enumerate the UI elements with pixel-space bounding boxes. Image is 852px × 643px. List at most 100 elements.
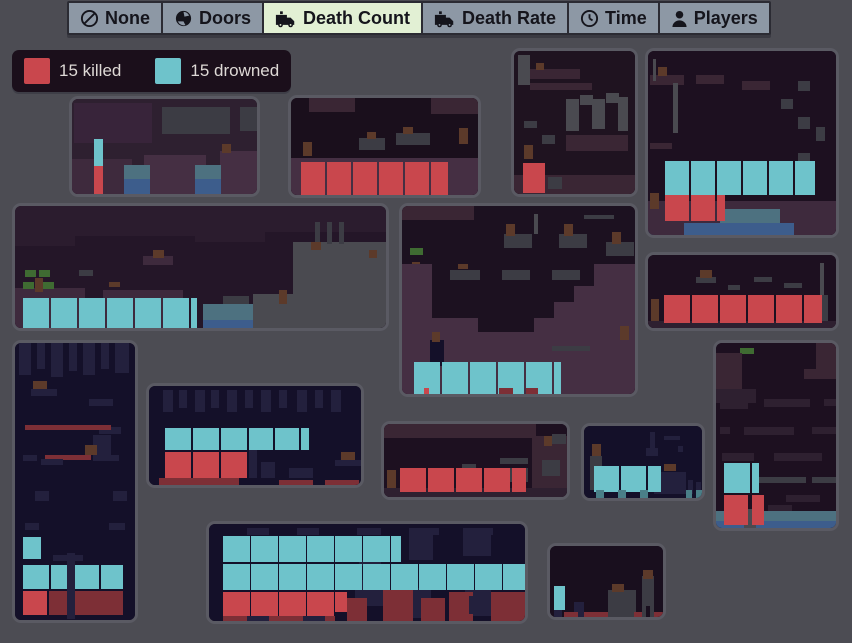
death-bar-killed bbox=[307, 592, 334, 618]
death-bar-drowned bbox=[691, 161, 715, 195]
death-bar-drowned bbox=[391, 536, 401, 562]
death-bar-drowned bbox=[307, 536, 334, 562]
legend-label-drowned: 15 drowned bbox=[190, 61, 280, 80]
map-panel-silhouette-street[interactable] bbox=[547, 543, 666, 620]
map-panel-metro-complex[interactable] bbox=[206, 521, 528, 624]
death-bar-killed bbox=[23, 591, 47, 615]
death-bar-drowned bbox=[743, 161, 767, 195]
map-panel-city-skyline[interactable] bbox=[12, 203, 389, 331]
map-panel-ruins-ledge[interactable] bbox=[381, 421, 570, 500]
ambulance-icon bbox=[275, 9, 297, 28]
death-bar-killed bbox=[301, 162, 325, 195]
map-panel-tower-shaft[interactable] bbox=[12, 340, 138, 623]
map-panel-flooded-hall[interactable] bbox=[645, 48, 839, 238]
map-thumbnail bbox=[648, 255, 836, 328]
map-panel-night-street[interactable] bbox=[581, 423, 705, 501]
map-thumbnail bbox=[149, 386, 361, 485]
death-bar-killed bbox=[748, 295, 774, 323]
death-bar-drowned bbox=[94, 139, 103, 166]
map-panel-cave-ledges[interactable] bbox=[288, 95, 481, 198]
map-panel-factory-floor[interactable] bbox=[146, 383, 364, 488]
death-bar-killed bbox=[221, 452, 247, 478]
death-bar-killed bbox=[379, 162, 403, 195]
death-bar-killed bbox=[526, 388, 538, 394]
death-bar-drowned bbox=[618, 490, 626, 498]
death-bar-drowned bbox=[503, 564, 525, 590]
death-bar-drowned bbox=[648, 466, 661, 492]
death-bar-drowned bbox=[51, 298, 77, 328]
death-bar-killed bbox=[400, 468, 426, 492]
death-bar-killed bbox=[424, 388, 429, 394]
death-bar-drowned bbox=[665, 161, 689, 195]
death-bar-drowned bbox=[686, 490, 692, 498]
map-thumbnail bbox=[384, 424, 567, 497]
death-bar-drowned bbox=[23, 298, 49, 328]
death-bar-drowned bbox=[301, 428, 309, 450]
tab-death-rate[interactable]: Death Rate bbox=[423, 3, 570, 33]
death-bar-killed bbox=[383, 590, 413, 621]
death-bar-killed bbox=[405, 162, 429, 195]
death-bar-drowned bbox=[251, 564, 278, 590]
death-bar-drowned bbox=[391, 564, 418, 590]
death-bar-killed bbox=[193, 452, 219, 478]
map-thumbnail bbox=[716, 343, 836, 528]
legend-swatch-killed bbox=[24, 58, 50, 84]
death-bar-drowned bbox=[23, 537, 41, 559]
death-bar-drowned bbox=[335, 564, 362, 590]
death-bar-drowned bbox=[279, 564, 306, 590]
mode-tab-bar: None Doors Death Count Death Rate Time P… bbox=[67, 1, 771, 35]
death-bar-drowned bbox=[165, 428, 191, 450]
death-bar-drowned bbox=[554, 362, 561, 394]
person-icon bbox=[671, 9, 688, 28]
no-entry-icon bbox=[80, 9, 99, 28]
map-panel-cavern-steps[interactable] bbox=[399, 203, 638, 397]
death-bar-drowned bbox=[475, 564, 502, 590]
death-bar-drowned bbox=[163, 298, 189, 328]
death-bar-killed bbox=[665, 195, 689, 221]
death-bar-killed bbox=[165, 452, 191, 478]
death-bar-drowned bbox=[470, 362, 496, 394]
death-bar-drowned bbox=[640, 490, 648, 498]
death-bar-killed bbox=[692, 295, 718, 323]
death-bar-killed bbox=[523, 163, 545, 193]
death-bar-drowned bbox=[795, 161, 815, 195]
death-bar-drowned bbox=[363, 536, 390, 562]
death-bar-drowned bbox=[717, 161, 741, 195]
death-bar-killed bbox=[223, 592, 250, 618]
death-bar-killed bbox=[251, 592, 278, 618]
death-bar-drowned bbox=[419, 564, 446, 590]
death-bar-drowned bbox=[79, 298, 105, 328]
death-bar-drowned bbox=[724, 463, 750, 493]
death-bar-killed bbox=[347, 598, 367, 621]
map-thumbnail bbox=[550, 546, 663, 617]
tab-players-label: Players bbox=[693, 7, 758, 28]
death-bar-drowned bbox=[193, 428, 219, 450]
tab-players[interactable]: Players bbox=[659, 3, 769, 33]
death-bar-drowned bbox=[107, 298, 133, 328]
map-panel-water-cave[interactable] bbox=[713, 340, 839, 531]
map-panel-dark-corridor[interactable] bbox=[645, 252, 839, 331]
death-bar-killed bbox=[564, 612, 578, 617]
death-bar-drowned bbox=[596, 490, 604, 498]
death-bar-drowned bbox=[23, 565, 49, 589]
death-bar-killed bbox=[25, 425, 111, 430]
tab-death-count-label: Death Count bbox=[303, 7, 411, 28]
tab-doors[interactable]: Doors bbox=[163, 3, 265, 33]
death-bar-killed bbox=[484, 468, 510, 492]
death-bar-drowned bbox=[221, 428, 247, 450]
death-bar-killed bbox=[752, 495, 764, 525]
death-bar-drowned bbox=[769, 161, 793, 195]
door-icon bbox=[174, 9, 193, 28]
map-panel-bar-room[interactable] bbox=[69, 96, 260, 197]
death-bar-killed bbox=[421, 598, 445, 621]
tab-time[interactable]: Time bbox=[569, 3, 660, 33]
death-bar-killed bbox=[720, 295, 746, 323]
tab-none[interactable]: None bbox=[69, 3, 163, 33]
death-bar-drowned bbox=[191, 298, 197, 328]
map-panel-vertical-pit[interactable] bbox=[511, 48, 638, 197]
death-bar-killed bbox=[75, 591, 123, 615]
map-thumbnail bbox=[15, 343, 135, 620]
death-bar-drowned bbox=[135, 298, 161, 328]
tab-time-label: Time bbox=[605, 7, 647, 28]
tab-death-count[interactable]: Death Count bbox=[264, 3, 424, 33]
